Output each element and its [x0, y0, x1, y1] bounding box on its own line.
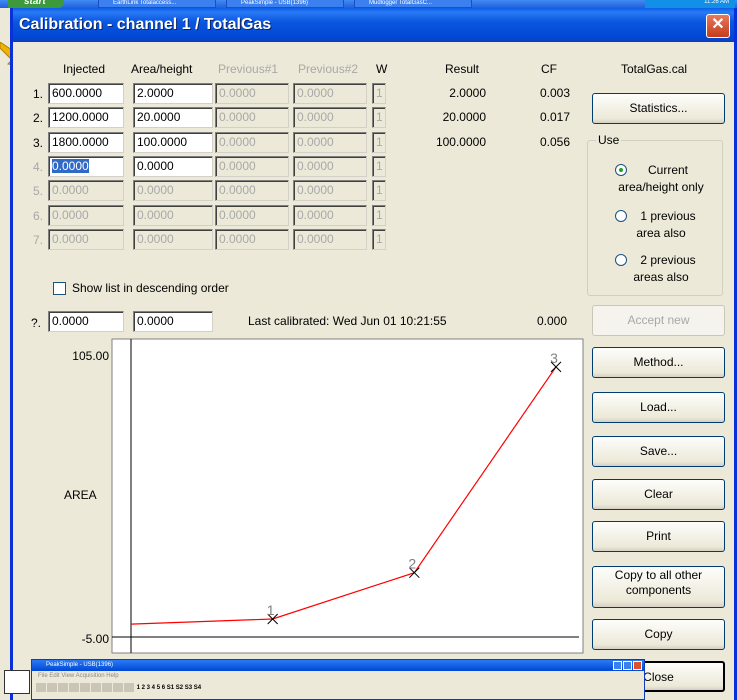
plot-area [111, 338, 584, 654]
peaksimple-window[interactable]: PeakSimple - USB(1396) File Edit View Ac… [31, 659, 645, 700]
y-min-tick-label: -5.00 [81, 632, 109, 646]
peaksimple-menu[interactable]: File Edit View Acquisition Help [32, 671, 644, 681]
peaksimple-toolbar[interactable]: 1 2 3 4 5 6 S1 S2 S3 S4 [32, 681, 644, 695]
y-max-tick-label: 105.00 [72, 349, 109, 363]
data-point-label: 2 [408, 556, 416, 572]
peaksimple-toolbar-text: 1 2 3 4 5 6 S1 S2 S3 S4 [136, 685, 202, 691]
peaksimple-window-controls[interactable] [612, 661, 642, 675]
peaksimple-title: PeakSimple - USB(1396) [46, 662, 114, 668]
background-window-fragment [4, 670, 30, 694]
y-axis-label: AREA [64, 488, 97, 502]
data-point-label: 1 [267, 602, 275, 618]
peaksimple-title-bar: PeakSimple - USB(1396) [32, 660, 644, 671]
data-point-label: 3 [550, 350, 558, 366]
calibration-chart: 1 2 3 [111, 338, 584, 654]
